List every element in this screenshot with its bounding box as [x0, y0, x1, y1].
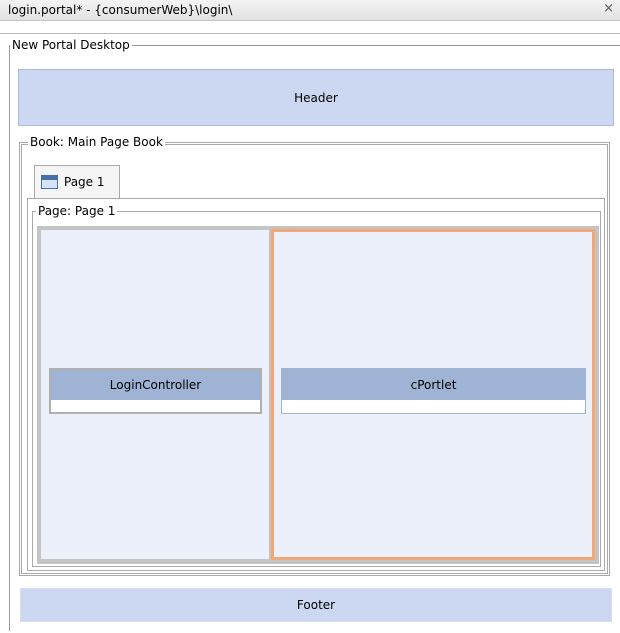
page-legend: Page: Page 1 [36, 204, 118, 218]
portlet-cportlet[interactable]: cPortlet [281, 368, 586, 414]
editor-tab-bar: login.portal* - {consumerWeb}\login\ × [0, 0, 620, 34]
portlet-title: cPortlet [282, 369, 585, 400]
close-icon[interactable]: × [603, 2, 614, 16]
header-region[interactable]: Header [18, 69, 614, 126]
editor-tab[interactable]: login.portal* - {consumerWeb}\login\ × [0, 0, 620, 21]
tab-page-1[interactable]: Page 1 [34, 165, 120, 198]
editor-tab-title: login.portal* - {consumerWeb}\login\ [8, 3, 233, 17]
portlet-logincontroller[interactable]: LoginController [49, 368, 262, 414]
footer-label: Footer [296, 598, 336, 612]
footer-region[interactable]: Footer [20, 588, 612, 622]
tab-page-1-label: Page 1 [64, 175, 105, 189]
portlet-title: LoginController [51, 370, 260, 400]
header-label: Header [294, 90, 338, 105]
desktop-legend: New Portal Desktop [10, 38, 132, 52]
calendar-icon [41, 175, 58, 189]
book-legend: Book: Main Page Book [28, 135, 165, 149]
